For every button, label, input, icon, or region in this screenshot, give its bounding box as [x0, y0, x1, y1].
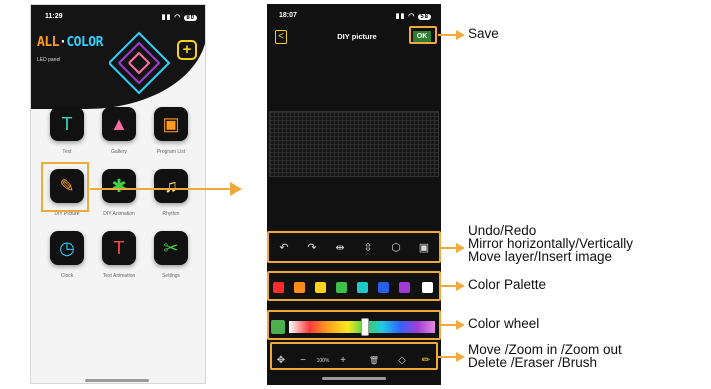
home-screen: 11:29 ▮▮ ◠ 80 ALL·COLOR LED panel + T Te…	[30, 4, 206, 384]
app-label: Clock	[60, 273, 74, 279]
home-header: 11:29 ▮▮ ◠ 80 ALL·COLOR LED panel +	[31, 5, 205, 109]
battery-icon: 58	[418, 14, 431, 20]
app-rhythm[interactable]: ♫ Rhythm	[145, 169, 197, 217]
status-icons: ▮▮ ◠ 80	[161, 14, 197, 21]
app-label: Text	[62, 149, 72, 155]
bottom-arrow-line	[438, 356, 458, 358]
app-label: Program List	[156, 149, 186, 155]
text-icon: T	[50, 107, 84, 141]
app-clock[interactable]: ◷ Clock	[41, 231, 93, 279]
text-animation-icon: T	[102, 231, 136, 265]
logo-part-1: ALL	[37, 35, 59, 50]
app-logo: ALL·COLOR	[37, 35, 103, 50]
rhythm-glyph: ♫	[164, 176, 178, 196]
drawing-canvas[interactable]	[269, 111, 439, 177]
palette-note: Color Palette	[468, 277, 547, 292]
page-title: DIY picture	[337, 32, 377, 41]
connector-arrow-line	[90, 188, 238, 190]
text-glyph: T	[61, 114, 73, 134]
save-arrow-line	[438, 34, 458, 36]
connector-arrow-head-icon	[230, 182, 242, 196]
app-diy-animation[interactable]: ✱ DIY Animation	[93, 169, 145, 217]
program-list-icon: ▣	[154, 107, 188, 141]
app-label: Rhythm	[162, 211, 180, 217]
back-button[interactable]: <	[275, 30, 287, 44]
rhythm-icon: ♫	[154, 169, 188, 203]
bottom-toolbar-highlight	[270, 342, 438, 370]
logo-part-3: COLOR	[66, 35, 103, 50]
add-device-button[interactable]: +	[177, 40, 197, 60]
save-arrow-head-icon	[456, 30, 465, 40]
status-time: 11:29	[45, 13, 63, 20]
status-time: 18:07	[279, 12, 297, 19]
app-label: Gallery	[111, 149, 127, 155]
logo-subtitle: LED panel	[37, 57, 61, 63]
app-gallery[interactable]: ▲ Gallery	[93, 107, 145, 155]
move-insert-note: Move layer/Insert image	[468, 249, 613, 264]
clock-icon: ◷	[50, 231, 84, 265]
status-bar: 11:29 ▮▮ ◠ 80	[45, 13, 197, 23]
diy-picture-highlight	[41, 162, 89, 212]
app-label: Text Animation	[102, 273, 136, 279]
app-settings[interactable]: ✂ Settings	[145, 231, 197, 279]
gallery-glyph: ▲	[110, 114, 128, 134]
palette-arrow-head-icon	[456, 281, 465, 291]
wheel-note: Color wheel	[468, 316, 540, 331]
diy-animation-glyph: ✱	[111, 176, 127, 196]
text-animation-glyph: T	[113, 238, 125, 258]
wheel-arrow-head-icon	[456, 320, 465, 330]
save-highlight	[409, 26, 437, 44]
palette-highlight	[267, 271, 441, 301]
delete-brush-note: Delete /Eraser /Brush	[468, 355, 598, 370]
home-indicator	[85, 379, 149, 382]
wheel-highlight	[267, 310, 441, 340]
toolbar-arrow-head-icon	[456, 243, 465, 253]
battery-icon: 80	[184, 15, 197, 21]
program-list-glyph: ▣	[162, 114, 180, 134]
toolbar-highlight	[267, 231, 441, 263]
app-program-list[interactable]: ▣ Program List	[145, 107, 197, 155]
settings-icon: ✂	[154, 231, 188, 265]
status-icons: ▮▮ ◠ 58	[395, 13, 431, 20]
status-bar: 18:07 ▮▮ ◠ 58	[279, 12, 431, 22]
bottom-arrow-head-icon	[456, 352, 465, 362]
clock-glyph: ◷	[59, 238, 75, 258]
settings-glyph: ✂	[163, 238, 179, 258]
app-label: Settings	[161, 273, 181, 279]
home-indicator	[322, 377, 386, 380]
save-note: Save	[468, 26, 499, 41]
app-label: DIY Animation	[103, 211, 135, 217]
decorative-lines-icon	[109, 31, 171, 95]
diy-animation-icon: ✱	[102, 169, 136, 203]
app-text[interactable]: T Text	[41, 107, 93, 155]
app-text-animation[interactable]: T Text Animation	[93, 231, 145, 279]
gallery-icon: ▲	[102, 107, 136, 141]
